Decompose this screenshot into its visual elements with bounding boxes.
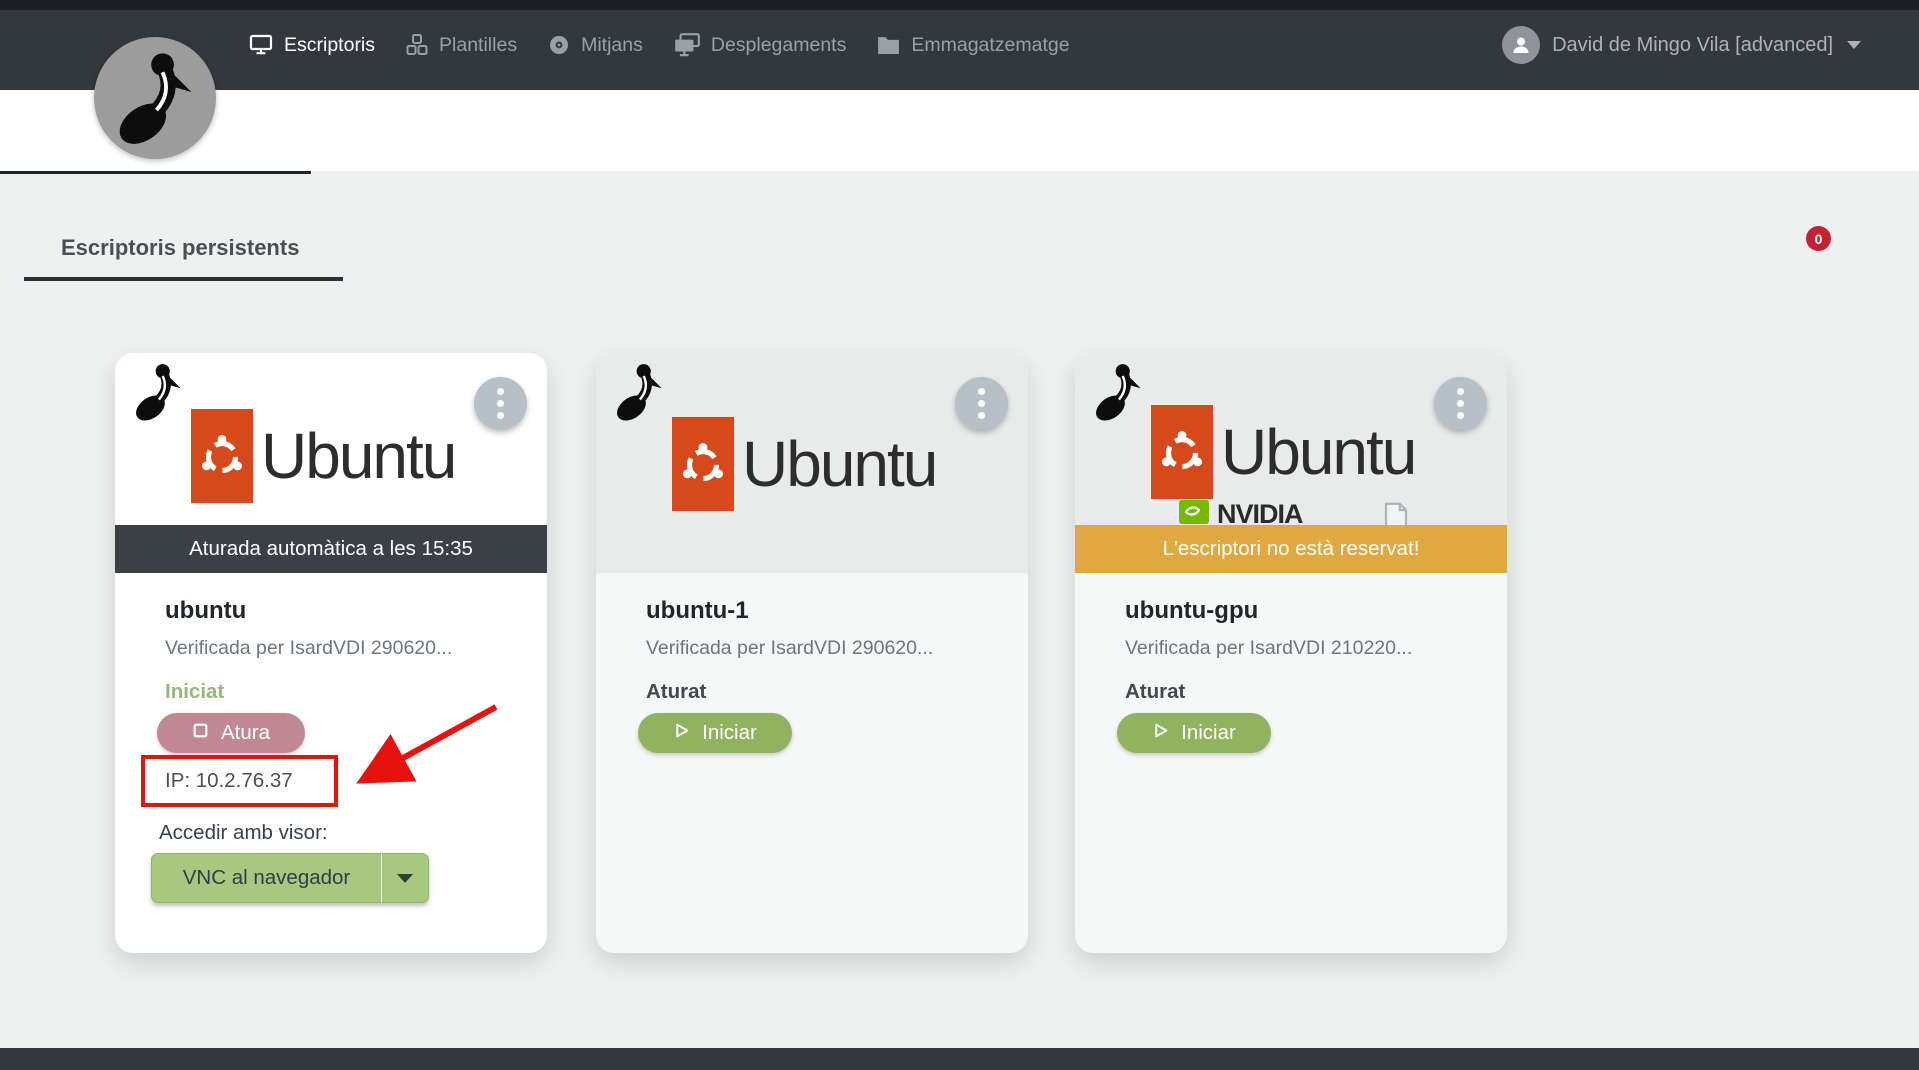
tab-persistent-desktops[interactable]: Escriptoris persistents xyxy=(61,235,299,261)
nav-item-escriptoris[interactable]: Escriptoris xyxy=(248,33,375,57)
desktop-title: ubuntu xyxy=(165,597,246,625)
start-button-label: Iniciar xyxy=(702,721,757,745)
chevron-down-icon xyxy=(1847,41,1861,49)
main-menu: Escriptoris Plantilles Mitjans Desplegam… xyxy=(248,0,1070,90)
desktop-subtitle: Verificada per IsardVDI 290620... xyxy=(165,637,452,660)
bottom-bar xyxy=(0,1048,1919,1070)
media-disc-icon xyxy=(547,33,571,57)
nav-item-label: Plantilles xyxy=(439,34,517,57)
isardvdi-logo[interactable] xyxy=(94,37,216,159)
deployments-stacked-monitors-icon xyxy=(673,32,701,58)
ubuntu-logo: Ubuntu xyxy=(1151,405,1415,499)
os-name: Ubuntu xyxy=(261,419,455,493)
top-navbar: Escriptoris Plantilles Mitjans Desplegam… xyxy=(0,0,1919,90)
auto-shutdown-banner: Aturada automàtica a les 15:35 xyxy=(115,525,547,573)
viewer-dropdown-button[interactable]: VNC al navegador xyxy=(151,853,429,903)
nav-item-label: Desplegaments xyxy=(711,34,847,57)
goose-logo-icon xyxy=(1089,359,1147,430)
user-name: David de Mingo Vila [advanced] xyxy=(1552,34,1833,57)
isardvdi-desktops-page: Escriptoris Plantilles Mitjans Desplegam… xyxy=(0,0,1919,1070)
play-icon xyxy=(673,721,690,745)
viewer-button-label: VNC al navegador xyxy=(152,866,381,890)
tab-top-border xyxy=(0,171,311,174)
desktop-title: ubuntu-gpu xyxy=(1125,597,1258,625)
nav-item-label: Mitjans xyxy=(581,34,643,57)
desktops-content-area: Escriptoris persistents Ubuntu Aturada a… xyxy=(0,171,1919,1048)
stop-button-label: Atura xyxy=(221,721,270,745)
desktop-subtitle: Verificada per IsardVDI 210220... xyxy=(1125,637,1412,660)
card-menu-button[interactable] xyxy=(955,377,1008,430)
card-menu-button[interactable] xyxy=(1434,377,1487,430)
nav-item-emmagatzematge[interactable]: Emmagatzematge xyxy=(876,34,1069,57)
ubuntu-circle-of-friends-icon xyxy=(1151,405,1213,499)
stop-desktop-button[interactable]: Atura xyxy=(157,713,305,753)
desktop-card-ubuntu: Ubuntu Aturada automàtica a les 15:35 ub… xyxy=(115,353,547,953)
goose-logo-icon xyxy=(129,359,187,430)
nav-item-label: Emmagatzematge xyxy=(911,34,1069,57)
viewer-dropdown-toggle[interactable] xyxy=(382,874,428,883)
trash-count-badge: 0 xyxy=(1806,226,1831,251)
annotation-arrow xyxy=(348,699,508,795)
desktop-card-ubuntu-1: Ubuntu ubuntu-1 Verificada per IsardVDI … xyxy=(596,353,1028,953)
nav-item-label: Escriptoris xyxy=(284,34,375,57)
viewer-section-label: Accedir amb visor: xyxy=(159,821,328,845)
stop-icon xyxy=(192,721,209,745)
ubuntu-logo: Ubuntu xyxy=(672,417,936,511)
not-reserved-banner: L'escriptori no està reservat! xyxy=(1075,525,1507,573)
ip-address: IP: 10.2.76.37 xyxy=(145,769,293,793)
ubuntu-logo: Ubuntu xyxy=(191,409,455,503)
tab-active-underline xyxy=(24,277,343,281)
status-badge: Iniciat xyxy=(165,680,224,704)
card-menu-button[interactable] xyxy=(474,377,527,430)
status-badge: Aturat xyxy=(646,680,706,704)
start-button-label: Iniciar xyxy=(1181,721,1236,745)
user-avatar-icon xyxy=(1502,26,1540,64)
kebab-menu-icon xyxy=(1457,388,1464,419)
templates-cubes-icon xyxy=(405,33,429,57)
start-desktop-button[interactable]: Iniciar xyxy=(1117,713,1271,753)
filter-toolbar: Filtre Neteja Només iniciats Escriptoris… xyxy=(0,90,1919,171)
desktop-card-ubuntu-gpu: Ubuntu NVIDIA L'escriptori no està reser… xyxy=(1075,353,1507,953)
ip-annotation-box: IP: 10.2.76.37 xyxy=(141,755,338,807)
play-icon xyxy=(1152,721,1169,745)
user-menu[interactable]: David de Mingo Vila [advanced] xyxy=(1502,0,1861,90)
os-name: Ubuntu xyxy=(1221,415,1415,489)
nav-item-desplegaments[interactable]: Desplegaments xyxy=(673,32,847,58)
nav-item-plantilles[interactable]: Plantilles xyxy=(405,33,517,57)
goose-logo-icon xyxy=(107,45,203,151)
kebab-menu-icon xyxy=(497,388,504,419)
ubuntu-circle-of-friends-icon xyxy=(191,409,253,503)
chevron-down-icon xyxy=(397,874,413,883)
nav-item-mitjans[interactable]: Mitjans xyxy=(547,33,643,57)
desktop-title: ubuntu-1 xyxy=(646,597,749,625)
storage-folder-icon xyxy=(876,34,901,57)
start-desktop-button[interactable]: Iniciar xyxy=(638,713,792,753)
goose-logo-icon xyxy=(610,359,668,430)
desktops-monitor-icon xyxy=(248,33,274,57)
ubuntu-circle-of-friends-icon xyxy=(672,417,734,511)
kebab-menu-icon xyxy=(978,388,985,419)
desktop-subtitle: Verificada per IsardVDI 290620... xyxy=(646,637,933,660)
status-badge: Aturat xyxy=(1125,680,1185,704)
os-name: Ubuntu xyxy=(742,427,936,501)
